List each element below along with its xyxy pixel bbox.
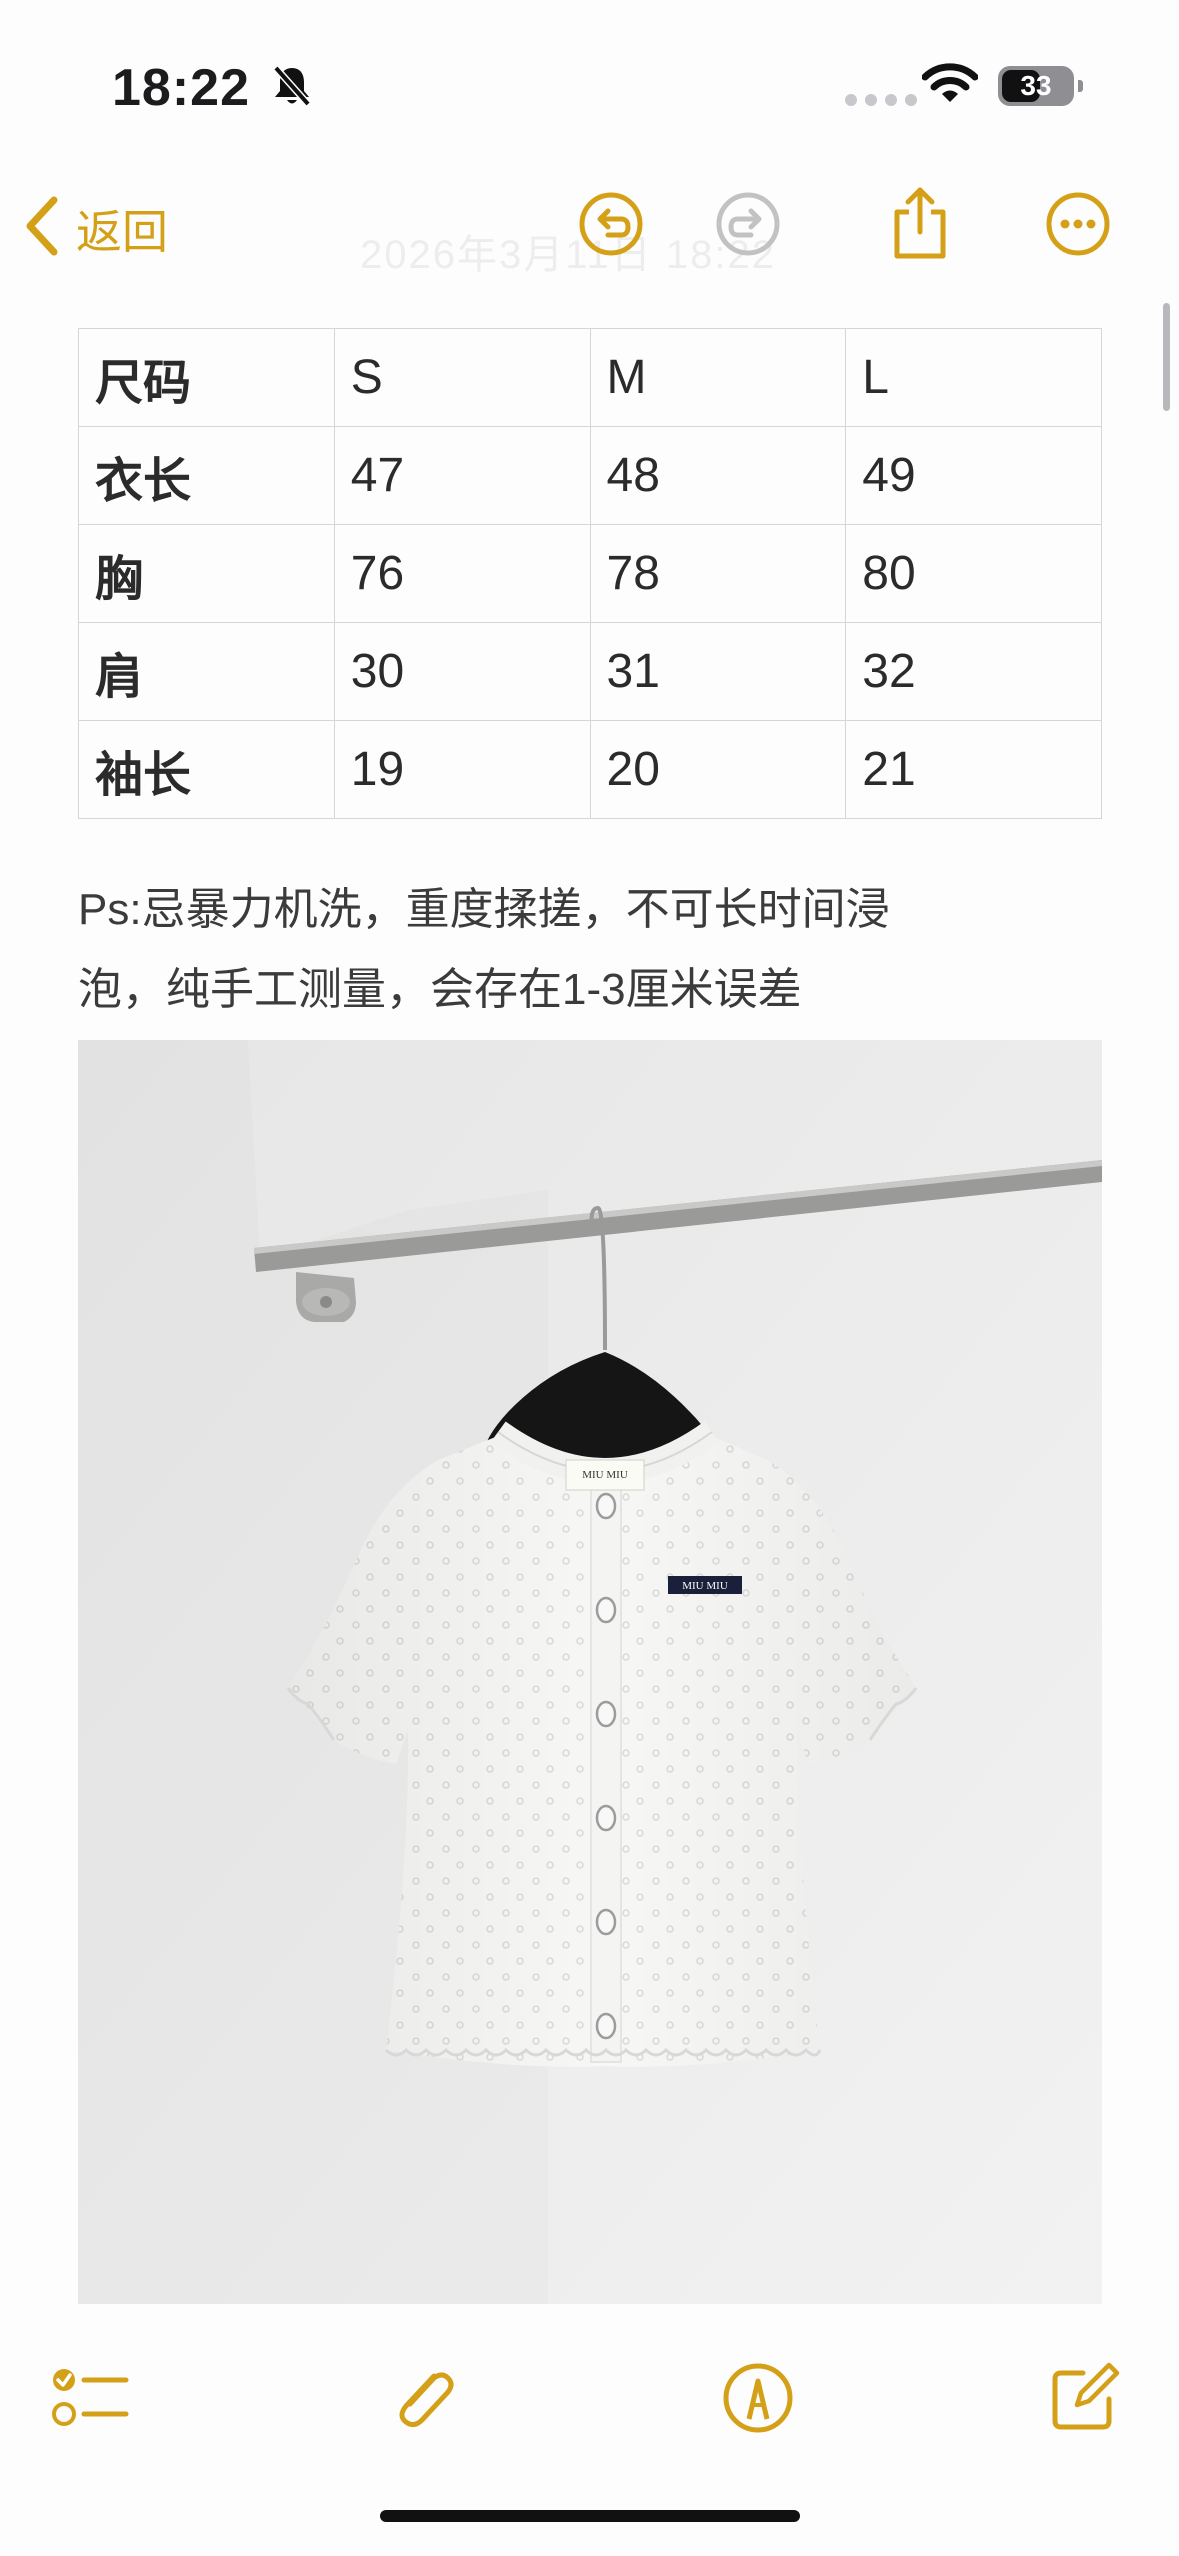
table-cell: 47 [333, 426, 591, 525]
more-button[interactable] [1040, 188, 1116, 264]
table-cell: 76 [333, 524, 591, 623]
markup-icon [721, 2361, 795, 2440]
table-cell: 49 [845, 426, 1102, 525]
table-cell: M [589, 328, 847, 427]
checklist-button[interactable] [48, 2358, 132, 2442]
battery-icon: 33 [998, 66, 1083, 106]
table-row: 胸 76 78 80 [78, 524, 1102, 623]
table-cell: 48 [589, 426, 847, 525]
table-cell: 肩 [78, 622, 335, 721]
table-cell: 32 [845, 622, 1102, 721]
table-cell: 袖长 [78, 720, 335, 819]
table-cell: 78 [589, 524, 847, 623]
table-cell: 31 [589, 622, 847, 721]
undo-icon [578, 191, 644, 262]
wifi-icon [921, 62, 979, 111]
attachment-button[interactable] [382, 2358, 466, 2442]
product-photo[interactable]: MIU MIU MIU MIU [78, 1040, 1102, 2304]
table-cell: 19 [333, 720, 591, 819]
table-row: 肩 30 31 32 [78, 622, 1102, 721]
markup-button[interactable] [716, 2358, 800, 2442]
home-indicator[interactable] [380, 2510, 800, 2522]
checklist-icon [50, 2362, 130, 2439]
table-row: 衣长 47 48 49 [78, 426, 1102, 525]
scroll-indicator[interactable] [1163, 303, 1170, 411]
status-time: 18:22 [112, 59, 250, 117]
chevron-left-icon [22, 194, 62, 263]
redo-button[interactable] [710, 188, 786, 264]
cellular-signal-icon [845, 94, 917, 106]
note-line: Ps:忌暴力机洗，重度揉搓，不可长时间浸 [78, 885, 890, 934]
table-cell: 衣长 [78, 426, 335, 525]
status-bar: 18:22 33 [0, 0, 1179, 170]
table-cell: 胸 [78, 524, 335, 623]
table-cell: 尺码 [78, 328, 335, 427]
table-row: 袖长 19 20 21 [78, 720, 1102, 819]
back-label: 返回 [76, 205, 168, 258]
compose-button[interactable] [1042, 2358, 1126, 2442]
table-cell: 21 [845, 720, 1102, 819]
table-cell: L [845, 328, 1102, 427]
share-button[interactable] [882, 186, 958, 267]
note-text[interactable]: Ps:忌暴力机洗，重度揉搓，不可长时间浸 泡，纯手工测量，会存在1-3厘米误差 [78, 870, 1108, 1030]
attachment-icon [388, 2362, 460, 2439]
navigation-bar: 返回 2026年3月11日 18:22 [0, 170, 1179, 290]
silent-mode-icon [272, 64, 312, 113]
redo-icon [715, 191, 781, 262]
table-cell: 20 [589, 720, 847, 819]
table-cell: S [333, 328, 591, 427]
more-icon [1045, 191, 1111, 262]
back-button[interactable]: 返回 [22, 194, 168, 263]
table-row: 尺码 S M L [78, 328, 1102, 427]
undo-button[interactable] [573, 188, 649, 264]
size-table: 尺码 S M L 衣长 47 48 49 胸 76 78 80 肩 30 31 … [78, 328, 1102, 819]
compose-icon [1047, 2361, 1121, 2440]
table-cell: 30 [333, 622, 591, 721]
neck-label-text: MIU MIU [582, 1469, 628, 1481]
share-icon [887, 186, 953, 267]
battery-level: 33 [1020, 70, 1052, 101]
chest-label-text: MIU MIU [682, 1580, 728, 1592]
note-line: 泡，纯手工测量，会存在1-3厘米误差 [78, 965, 802, 1014]
table-cell: 80 [845, 524, 1102, 623]
